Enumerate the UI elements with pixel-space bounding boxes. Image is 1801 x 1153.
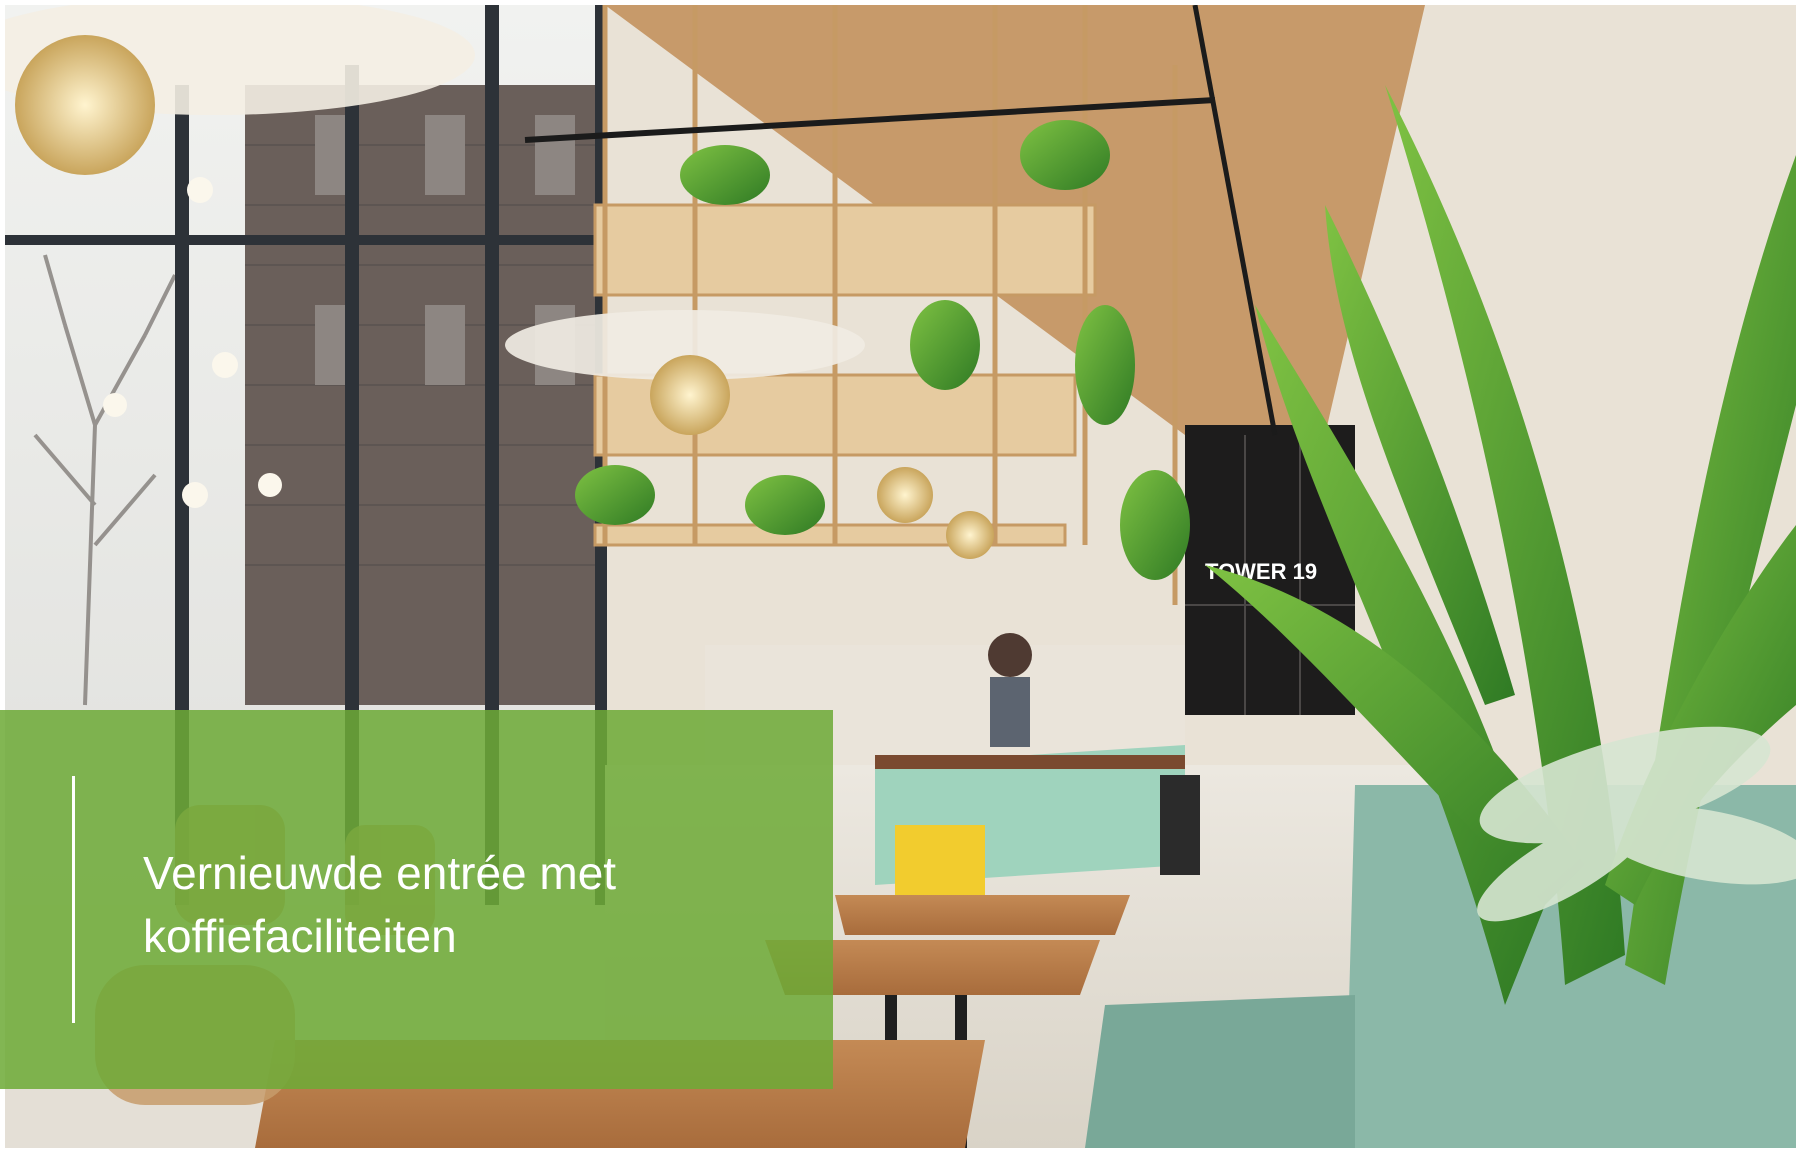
caption-line-1: Vernieuwde entrée met [143,847,617,899]
caption-overlay: Vernieuwde entrée met koffiefaciliteiten [0,710,833,1089]
accent-line [72,776,75,1023]
caption-text: Vernieuwde entrée met koffiefaciliteiten [143,842,783,968]
caption-line-2: koffiefaciliteiten [143,910,457,962]
